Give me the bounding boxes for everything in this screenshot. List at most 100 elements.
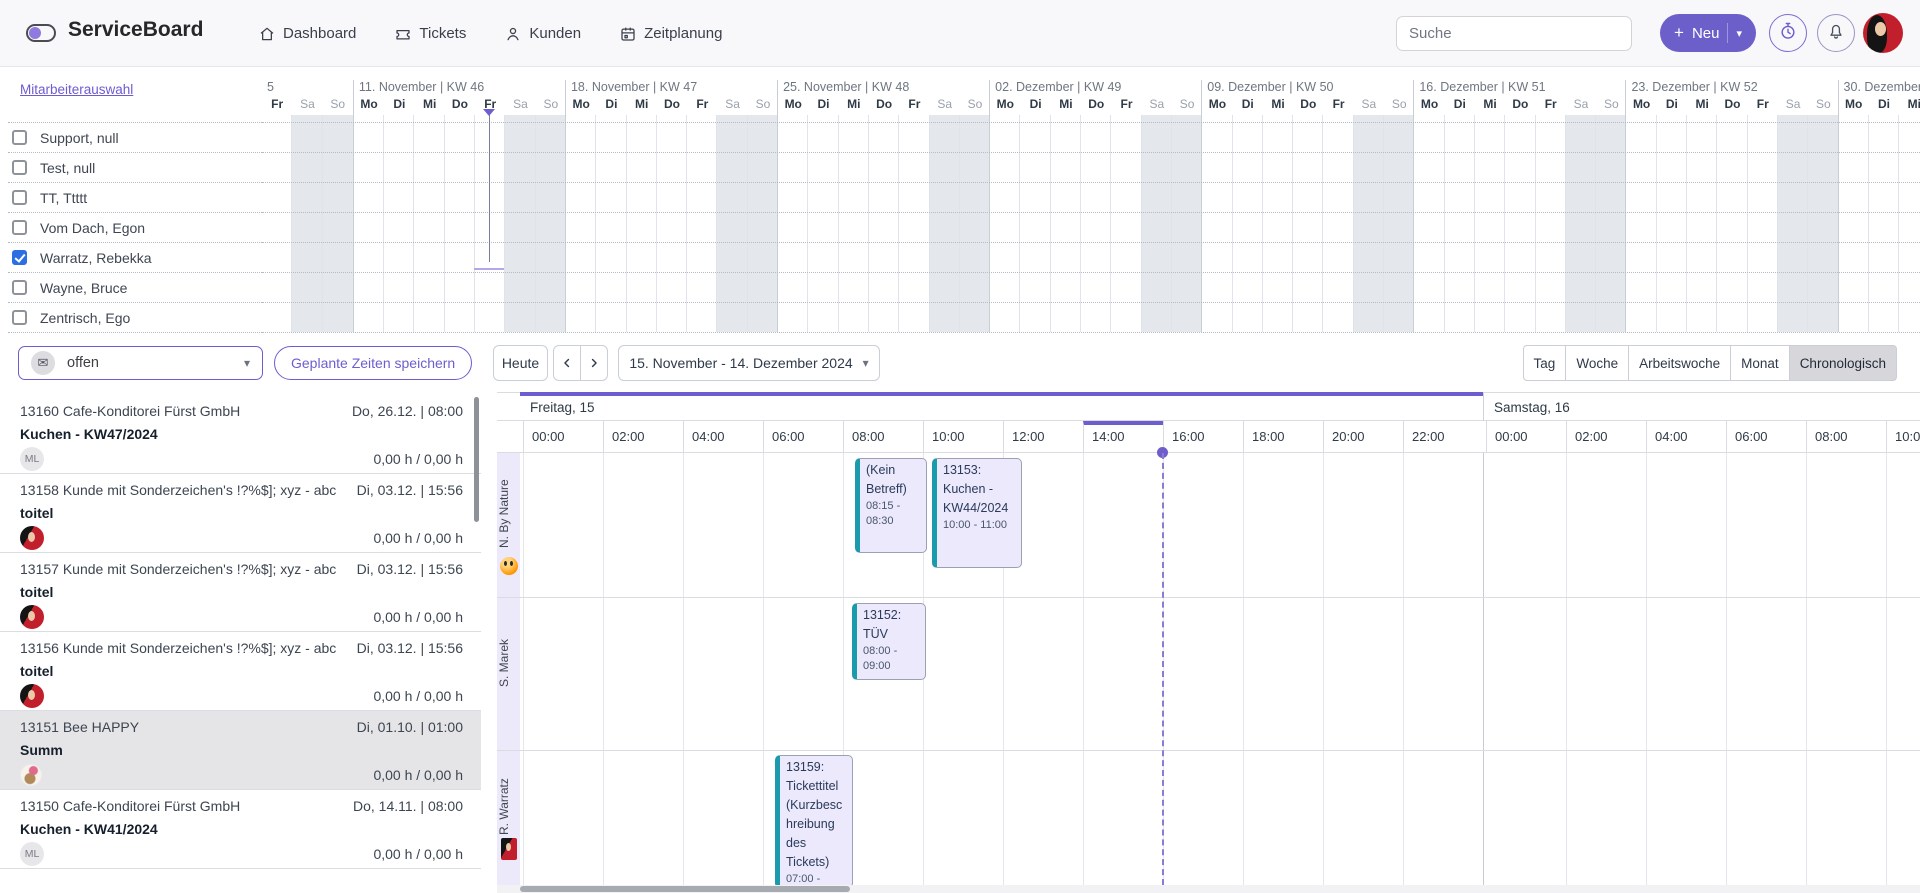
calendar-panel: Heute 15. November - 14. Dezember 2024 ▾… <box>490 340 1920 893</box>
resource-label: S. Marek <box>497 603 520 722</box>
day-label: Mi <box>1263 97 1293 115</box>
checkbox[interactable] <box>12 310 27 325</box>
week-1: 11. November | KW 46MoDiMiDoFrSaSo <box>353 80 565 332</box>
ticket-subject: Kuchen - KW41/2024 <box>20 821 158 837</box>
timeline-day-column <box>627 115 657 332</box>
event-card[interactable]: 13152: TÜV08:00 - 09:00 <box>852 603 926 680</box>
new-button[interactable]: + Neu ▾ <box>1660 14 1756 52</box>
ticket-list-scrollbar[interactable] <box>474 397 479 522</box>
view-button-chronologisch[interactable]: Chronologisch <box>1789 345 1897 381</box>
ticket-list-item[interactable]: 13151 Bee HAPPYDi, 01.10. | 01:00Summ0,0… <box>0 711 481 790</box>
plus-icon: + <box>1674 23 1684 43</box>
event-card[interactable]: 13159: Tickettitel (Kurzbeschreibung des… <box>775 755 853 885</box>
timeline-day-column <box>1233 115 1263 332</box>
view-button-arbeitswoche[interactable]: Arbeitswoche <box>1628 345 1731 381</box>
ticket-list-item[interactable]: 13150 Cafe-Konditorei Fürst GmbHDo, 14.1… <box>0 790 481 869</box>
day-label: Fr <box>262 97 292 115</box>
envelope-icon: ✉ <box>31 351 55 375</box>
timeline-day-column <box>1687 115 1717 332</box>
chevron-down-icon: ▾ <box>1736 27 1742 40</box>
day-label: Fr <box>899 97 929 115</box>
view-button-tag[interactable]: Tag <box>1523 345 1567 381</box>
selected-day-line <box>489 115 490 262</box>
checkbox[interactable] <box>12 130 27 145</box>
next-button[interactable] <box>580 345 608 381</box>
calendar-h-scrollbar-thumb[interactable] <box>520 886 850 892</box>
photo-avatar <box>501 838 517 860</box>
employee-row[interactable]: TT, Ttttt <box>8 183 262 213</box>
home-icon <box>258 25 276 43</box>
user-avatar[interactable] <box>1863 13 1903 53</box>
employee-row[interactable]: Vom Dach, Egon <box>8 213 262 243</box>
timeline-day-column <box>1111 115 1141 332</box>
checkbox[interactable] <box>12 190 27 205</box>
employee-row[interactable]: Support, null <box>8 123 262 153</box>
employee-row[interactable]: Wayne, Bruce <box>8 273 262 303</box>
grid-line <box>523 453 524 885</box>
prev-button[interactable] <box>553 345 581 381</box>
event-card[interactable]: (Kein Betreff)08:15 - 08:30 <box>855 458 927 553</box>
search-input[interactable] <box>1396 16 1632 51</box>
plant-icon <box>20 764 42 786</box>
day-label: Do <box>869 97 899 115</box>
ticket-title: 13157 Kunde mit Sonderzeichen's !?%$]; x… <box>20 561 336 577</box>
divider <box>1727 23 1728 43</box>
timeline-day-column <box>808 115 838 332</box>
day-label: Mo <box>566 97 596 115</box>
mitarbeiterauswahl-link[interactable]: Mitarbeiterauswahl <box>20 82 133 97</box>
nav-item-kunden[interactable]: Kunden <box>504 25 581 43</box>
checkbox-checked[interactable] <box>12 250 27 265</box>
employee-panel: Mitarbeiterauswahl Support, nullTest, nu… <box>0 67 262 340</box>
ticket-subject: Kuchen - KW47/2024 <box>20 426 158 442</box>
ticket-list-item[interactable]: 13156 Kunde mit Sonderzeichen's !?%$]; x… <box>0 632 481 711</box>
ticket-list-item[interactable]: 13160 Cafe-Konditorei Fürst GmbHDo, 26.1… <box>0 395 481 474</box>
bell-button[interactable] <box>1817 14 1855 52</box>
ticket-datetime: Di, 01.10. | 01:00 <box>357 719 463 735</box>
today-button[interactable]: Heute <box>493 345 548 381</box>
checkbox[interactable] <box>12 280 27 295</box>
save-planned-times-button[interactable]: Geplante Zeiten speichern <box>274 346 472 380</box>
employee-row[interactable]: Zentrisch, Ego <box>8 303 262 333</box>
timeline-day-column <box>1626 115 1656 332</box>
ticket-hours: 0,00 h / 0,00 h <box>373 767 463 783</box>
day-label: Fr <box>1536 97 1566 115</box>
day-label: Fr <box>1323 97 1353 115</box>
day-label: Sa <box>1778 97 1808 115</box>
employee-row[interactable]: Warratz, Rebekka <box>8 243 262 273</box>
ticket-filter-select[interactable]: ✉ offen ▾ <box>18 346 263 380</box>
view-switcher: TagWocheArbeitswocheMonatChronologisch <box>1523 345 1897 381</box>
nav-item-label: Kunden <box>529 25 581 42</box>
app-title: ServiceBoard <box>68 18 203 42</box>
day-label: Mo <box>1414 97 1444 115</box>
day-label: So <box>1596 97 1626 115</box>
week-3: 25. November | KW 48MoDiMiDoFrSaSo <box>777 80 989 332</box>
day-label: Do <box>445 97 475 115</box>
day-label: Sa <box>717 97 747 115</box>
nav-item-tickets[interactable]: Tickets <box>394 25 466 43</box>
ticket-icon <box>394 25 412 43</box>
view-button-monat[interactable]: Monat <box>1730 345 1790 381</box>
view-button-woche[interactable]: Woche <box>1565 345 1629 381</box>
ticket-list-item[interactable]: 13157 Kunde mit Sonderzeichen's !?%$]; x… <box>0 553 481 632</box>
week-4: 02. Dezember | KW 49MoDiMiDoFrSaSo <box>989 80 1201 332</box>
day-label: Fr <box>1748 97 1778 115</box>
employee-row[interactable]: Test, null <box>8 153 262 183</box>
stopwatch-button[interactable] <box>1769 14 1807 52</box>
checkbox[interactable] <box>12 160 27 175</box>
ticket-title: 13158 Kunde mit Sonderzeichen's !?%$]; x… <box>20 482 336 498</box>
day-label: Mi <box>1687 97 1717 115</box>
timeline-day-column <box>414 115 444 332</box>
checkbox[interactable] <box>12 220 27 235</box>
ticket-list-item[interactable]: 13158 Kunde mit Sonderzeichen's !?%$]; x… <box>0 474 481 553</box>
new-button-label: Neu <box>1692 25 1720 42</box>
ticket-list: 13160 Cafe-Konditorei Fürst GmbHDo, 26.1… <box>0 395 481 869</box>
calendar-grid: Freitag, 15Samstag, 16 00:0002:0004:0006… <box>490 392 1920 893</box>
date-range-select[interactable]: 15. November - 14. Dezember 2024 ▾ <box>618 345 880 381</box>
hour-cell: 06:00 <box>763 421 843 453</box>
grid-line <box>1403 453 1404 885</box>
event-time: 10:00 - 11:00 <box>943 518 1018 533</box>
nav-item-zeitplanung[interactable]: Zeitplanung <box>619 25 722 43</box>
event-card[interactable]: 13153: Kuchen - KW44/202410:00 - 11:00 <box>932 458 1022 568</box>
grid-line <box>1806 453 1807 885</box>
nav-item-dashboard[interactable]: Dashboard <box>258 25 356 43</box>
